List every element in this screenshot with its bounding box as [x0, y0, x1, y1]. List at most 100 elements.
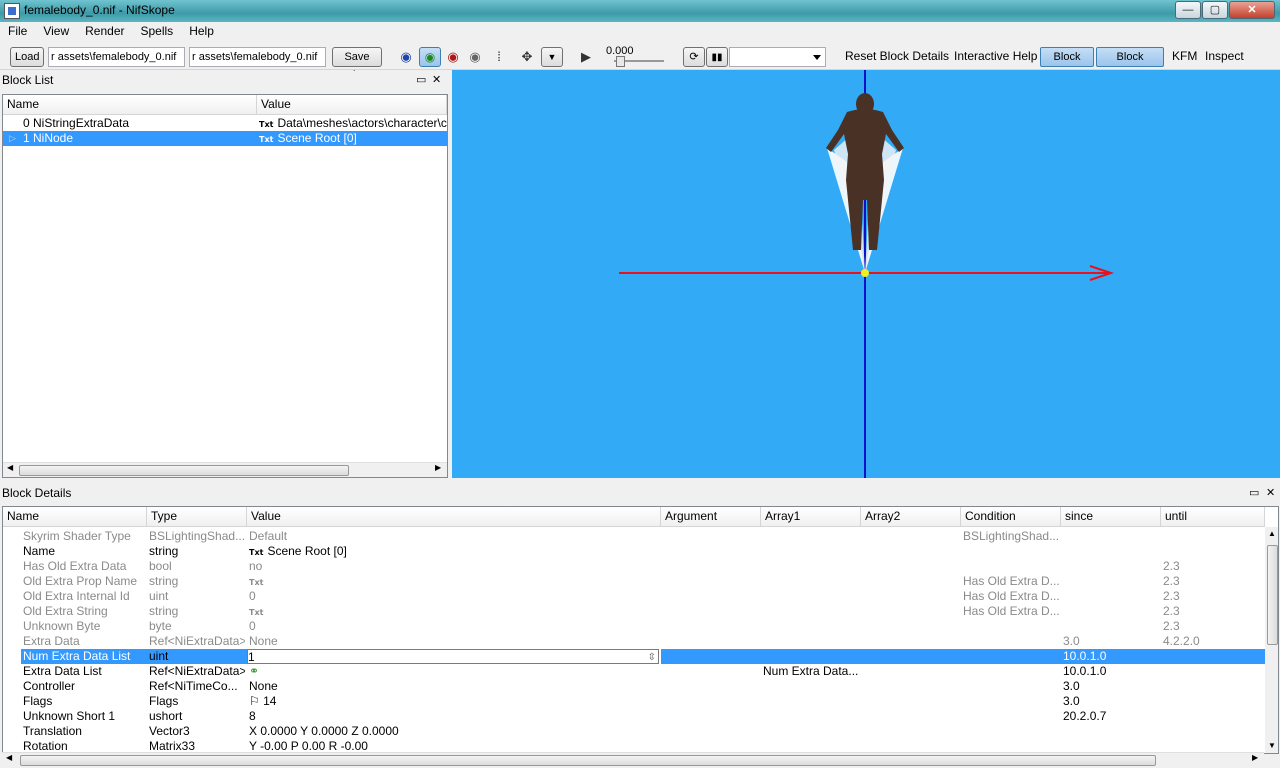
col-name[interactable]: Name: [3, 95, 257, 115]
tree-row[interactable]: 0 NiStringExtraData Txt Data\meshes\actor…: [3, 116, 447, 131]
menu-view[interactable]: View: [35, 22, 77, 38]
detail-row[interactable]: Flags Flags ⚐ 14 3.0: [3, 694, 1265, 709]
close-icon[interactable]: ✕: [432, 73, 441, 87]
detail-row[interactable]: Has Old Extra Data bool no 2.3: [3, 559, 1265, 574]
maximize-button[interactable]: ▢: [1202, 1, 1228, 19]
cell-name: Has Old Extra Data: [23, 559, 127, 573]
cell-since: 3.0: [1063, 694, 1080, 708]
cell-value[interactable]: Txt Scene Root [0]: [249, 544, 659, 560]
cell-name: Unknown Short 1: [23, 709, 116, 723]
block-list-toggle[interactable]: Block List: [1040, 47, 1094, 81]
details-hscroll[interactable]: ◀ ▶: [2, 752, 1264, 767]
cell-name: Translation: [23, 724, 82, 738]
col-type[interactable]: Type: [147, 507, 247, 527]
eye-green-button[interactable]: ◉: [419, 47, 441, 67]
view-dropdown-button[interactable]: ▼: [541, 47, 563, 67]
load-path-field[interactable]: r assets\femalebody_0.nif: [48, 47, 185, 67]
close-window-button[interactable]: ✕: [1229, 1, 1275, 19]
menu-spells[interactable]: Spells: [133, 22, 182, 38]
scroll-left-icon[interactable]: ◀: [6, 753, 12, 762]
footprints-icon[interactable]: ⁞: [490, 50, 508, 64]
col-name[interactable]: Name: [3, 507, 147, 527]
cell-value[interactable]: ⚭: [249, 664, 659, 679]
cell-value[interactable]: X 0.0000 Y 0.0000 Z 0.0000: [249, 724, 659, 739]
scroll-right-icon[interactable]: ▶: [435, 463, 441, 472]
close-icon[interactable]: ✕: [1266, 486, 1275, 500]
details-vscroll[interactable]: ▲ ▼: [1265, 527, 1278, 753]
tree-row-selected[interactable]: ▷ 1 NiNode Txt Scene Root [0]: [3, 131, 447, 146]
detail-row[interactable]: Num Extra Data List uint 1 ⇳ 10.0.1.0: [3, 649, 1265, 664]
col-until[interactable]: until: [1161, 507, 1265, 527]
cell-value[interactable]: Default: [249, 529, 659, 544]
row-value: Scene Root [0]: [277, 131, 357, 145]
cell-value[interactable]: None: [249, 634, 659, 649]
detail-row[interactable]: Name string Txt Scene Root [0]: [3, 544, 1265, 559]
block-details-toggle[interactable]: Block Details: [1096, 47, 1164, 81]
scroll-thumb[interactable]: [19, 465, 349, 476]
eye-blue-icon[interactable]: ◉: [397, 50, 415, 64]
eye-gray-icon[interactable]: ◉: [466, 50, 484, 64]
load-button[interactable]: Load: [10, 47, 44, 67]
col-value[interactable]: Value: [257, 95, 447, 115]
float-icon[interactable]: ▭: [1249, 486, 1259, 500]
cell-value[interactable]: 0: [249, 589, 659, 604]
cell-value[interactable]: 1 ⇳: [247, 649, 659, 664]
detail-row[interactable]: Skyrim Shader Type BSLightingShad... Defau…: [3, 529, 1265, 544]
save-as-button[interactable]: Save As: [332, 47, 382, 81]
block-list-hscroll[interactable]: ◀ ▶: [3, 462, 447, 477]
col-condition[interactable]: Condition: [961, 507, 1061, 527]
cell-value[interactable]: None: [249, 679, 659, 694]
cell-value[interactable]: Txt: [249, 604, 659, 620]
spinbox-arrows-icon[interactable]: ⇳: [648, 650, 656, 663]
move-icon[interactable]: ✥: [518, 50, 536, 64]
scroll-thumb[interactable]: [20, 755, 1156, 766]
cell-value-text: Scene Root [0]: [267, 544, 347, 558]
block-list-tree[interactable]: Name Value 0 NiStringExtraData Txt Data\m…: [2, 94, 448, 478]
scroll-down-icon[interactable]: ▼: [1268, 741, 1276, 750]
col-since[interactable]: since: [1061, 507, 1161, 527]
detail-row[interactable]: Old Extra Prop Name string Txt Has Old Extr…: [3, 574, 1265, 589]
menu-file[interactable]: File: [0, 22, 35, 38]
col-array2[interactable]: Array2: [861, 507, 961, 527]
minimize-button[interactable]: —: [1175, 1, 1201, 19]
expand-arrow-icon[interactable]: ▷: [9, 131, 21, 146]
cell-value[interactable]: ⚐ 14: [249, 694, 659, 709]
scroll-up-icon[interactable]: ▲: [1268, 529, 1276, 538]
block-details-table[interactable]: Name Type Value Argument Array1 Array2 C…: [2, 506, 1279, 754]
detail-row[interactable]: Unknown Short 1 ushort 8 20.2.0.7: [3, 709, 1265, 724]
inspect-button[interactable]: Inspect: [1205, 49, 1244, 63]
kfm-button[interactable]: KFM: [1172, 49, 1197, 63]
detail-row[interactable]: Extra Data List Ref<NiExtraData> ⚭ Num Extr…: [3, 664, 1265, 679]
play-icon[interactable]: ▶: [577, 50, 595, 64]
scroll-thumb[interactable]: [1267, 545, 1278, 645]
step-button[interactable]: ▮▮: [706, 47, 728, 67]
interactive-help-button[interactable]: Interactive Help: [954, 49, 1037, 63]
col-array1[interactable]: Array1: [761, 507, 861, 527]
cell-value[interactable]: 8: [249, 709, 659, 724]
reset-block-details-button[interactable]: Reset Block Details: [845, 49, 949, 63]
cell-value[interactable]: 0: [249, 619, 659, 634]
detail-row[interactable]: Controller Ref<NiTimeCo... None 3.0: [3, 679, 1265, 694]
eye-red-icon[interactable]: ◉: [444, 50, 462, 64]
detail-row[interactable]: Translation Vector3 X 0.0000 Y 0.0000 Z 0.…: [3, 724, 1265, 739]
scroll-left-icon[interactable]: ◀: [7, 463, 13, 472]
menu-help[interactable]: Help: [181, 22, 222, 38]
render-viewport[interactable]: [452, 70, 1280, 478]
scroll-right-icon[interactable]: ▶: [1252, 753, 1258, 762]
animation-select[interactable]: [729, 47, 826, 67]
col-value[interactable]: Value: [247, 507, 661, 527]
loop-button[interactable]: ⟳: [683, 47, 705, 67]
float-icon[interactable]: ▭: [416, 73, 426, 87]
time-slider[interactable]: [614, 56, 664, 67]
detail-row[interactable]: Extra Data Ref<NiExtraData> None 3.0 4.2.2.0: [3, 634, 1265, 649]
save-path-field[interactable]: r assets\femalebody_0.nif: [189, 47, 326, 67]
link-icon[interactable]: ⚭: [249, 664, 259, 678]
detail-row[interactable]: Unknown Byte byte 0 2.3: [3, 619, 1265, 634]
cell-name: Flags: [23, 694, 53, 708]
detail-row[interactable]: Old Extra Internal Id uint 0 Has Old Extra …: [3, 589, 1265, 604]
menu-render[interactable]: Render: [77, 22, 132, 38]
col-argument[interactable]: Argument: [661, 507, 761, 527]
cell-value[interactable]: no: [249, 559, 659, 574]
detail-row[interactable]: Old Extra String string Txt Has Old Extra D…: [3, 604, 1265, 619]
cell-value[interactable]: Txt: [249, 574, 659, 590]
